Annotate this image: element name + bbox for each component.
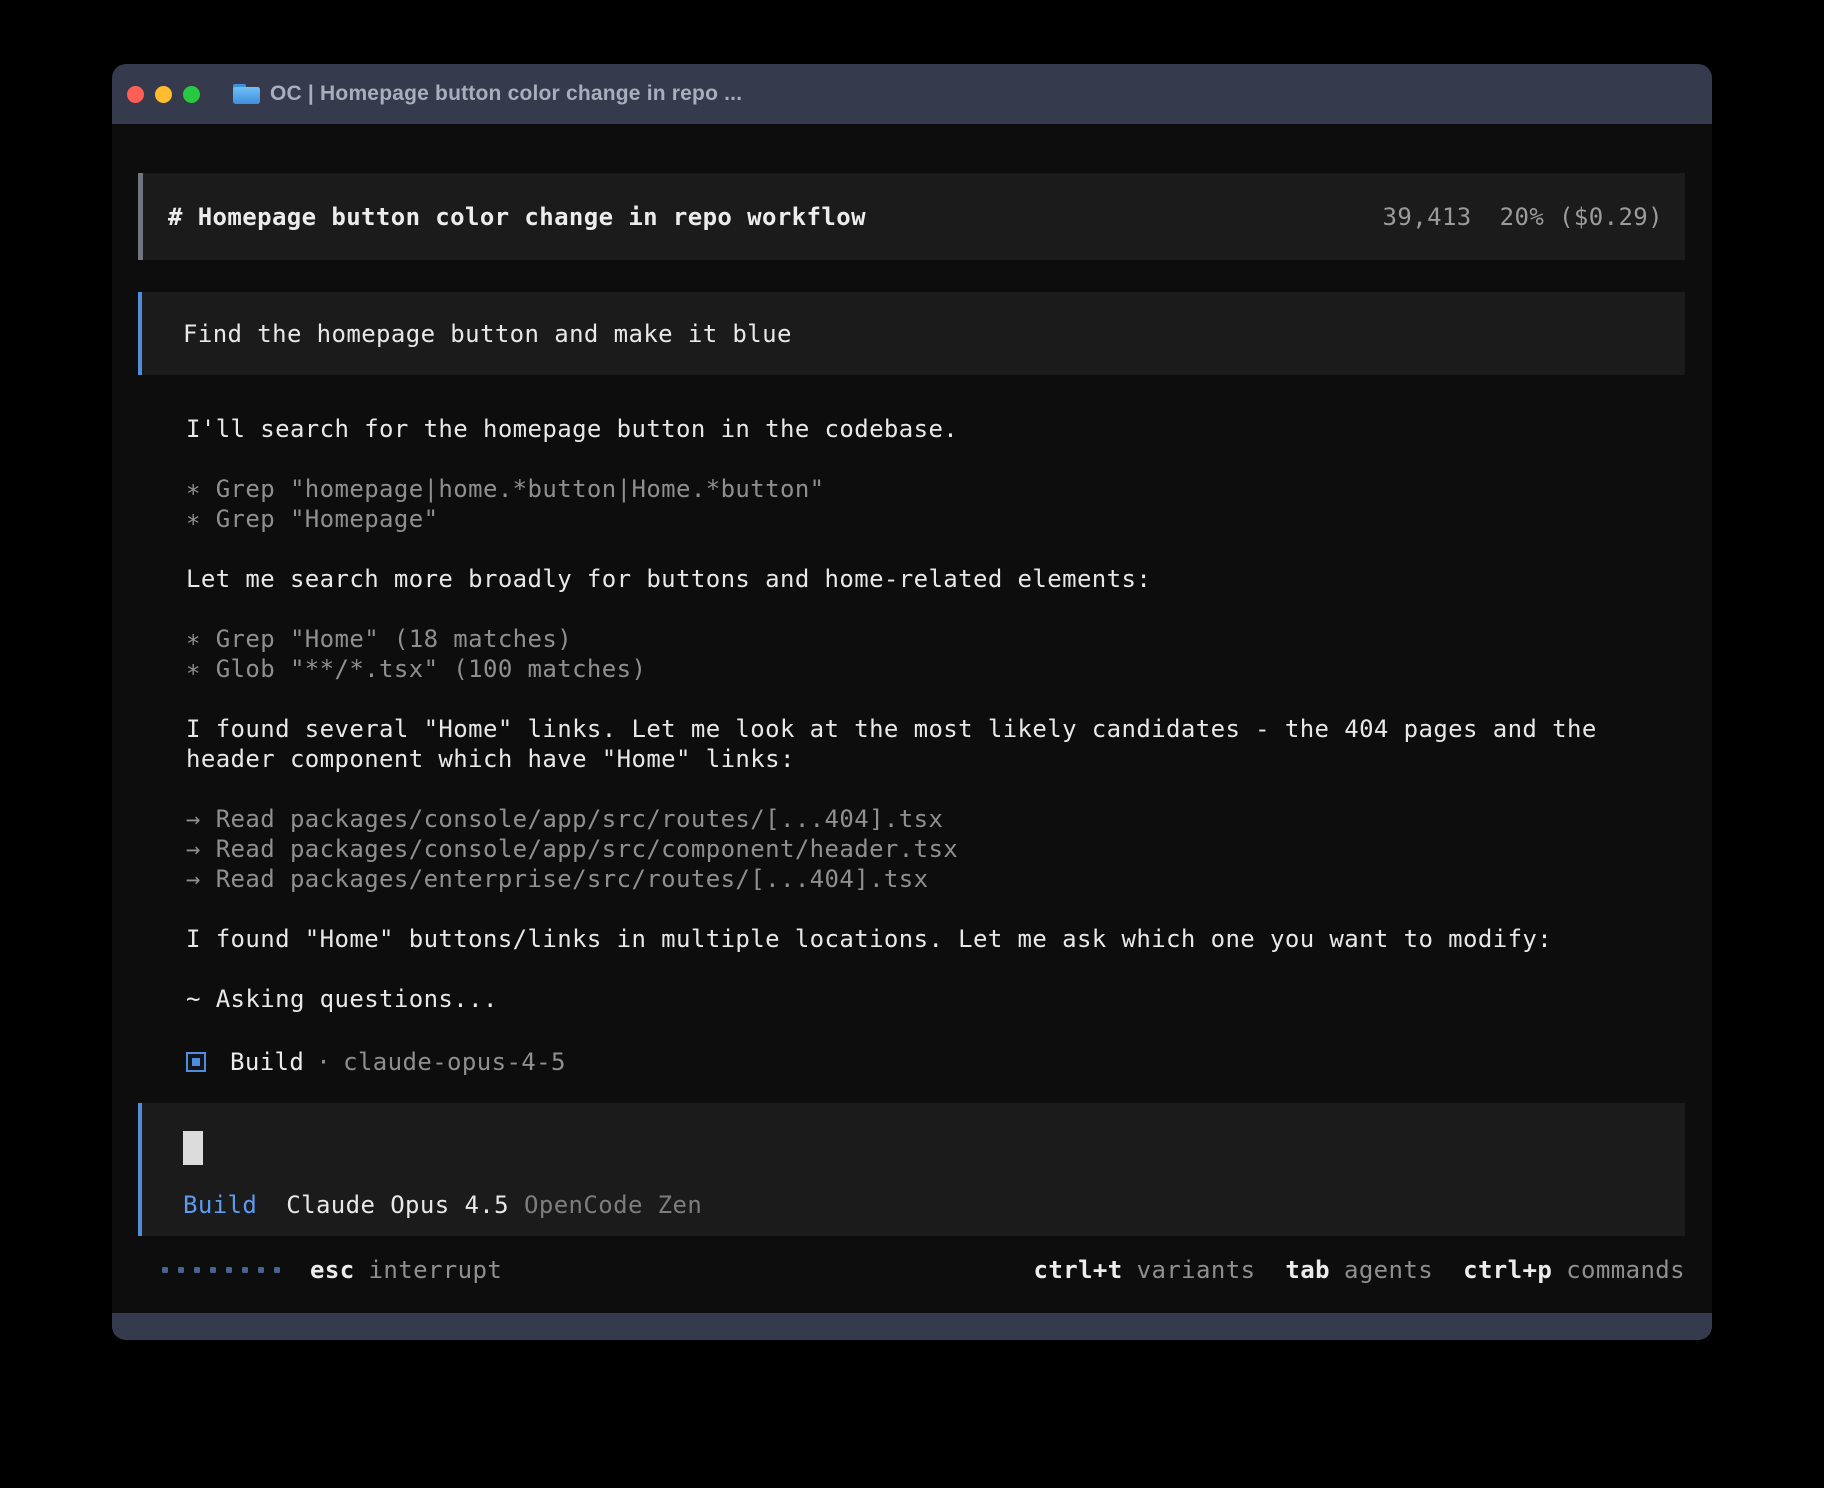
transcript-line: I found "Home" buttons/links in multiple… (186, 924, 1685, 954)
transcript-line: header component which have "Home" links… (186, 744, 1685, 774)
transcript-line: ∗ Grep "Homepage" (186, 504, 1685, 534)
spinner-dot (194, 1267, 200, 1273)
transcript-line: ∗ Glob "**/*.tsx" (100 matches) (186, 654, 1685, 684)
terminal-content: # Homepage button color change in repo w… (112, 124, 1712, 1313)
spinner-dot (162, 1267, 168, 1273)
transcript-blank-line (186, 444, 1685, 474)
shortcut-label: variants (1137, 1256, 1256, 1284)
shortcut-pair: tab agents (1285, 1256, 1433, 1284)
status-bar-right: ctrl+t variants tab agents ctrl+p commands (1034, 1256, 1685, 1284)
transcript: I'll search for the homepage button in t… (186, 414, 1685, 1014)
spinner-dot (274, 1267, 280, 1273)
input-model-label[interactable]: Claude Opus 4.5 (286, 1191, 509, 1219)
window-titlebar[interactable]: OC | Homepage button color change in rep… (112, 64, 1712, 124)
transcript-line: ~ Asking questions... (186, 984, 1685, 1014)
transcript-line: I found several "Home" links. Let me loo… (186, 714, 1685, 744)
input-provider-label: OpenCode Zen (524, 1191, 702, 1219)
transcript-line: I'll search for the homepage button in t… (186, 414, 1685, 444)
desktop: OC | Homepage button color change in rep… (0, 0, 1824, 1488)
status-bar-left: esc interrupt (162, 1256, 502, 1284)
zoom-button[interactable] (183, 86, 200, 103)
shortcut-key: esc (310, 1256, 355, 1284)
window-title: OC | Homepage button color change in rep… (270, 82, 742, 106)
text-cursor (183, 1131, 203, 1165)
user-message-text: Find the homepage button and make it blu… (183, 320, 792, 348)
transcript-blank-line (186, 534, 1685, 564)
token-count: 39,413 (1383, 203, 1472, 231)
transcript-blank-line (186, 954, 1685, 984)
transcript-line: → Read packages/enterprise/src/routes/[.… (186, 864, 1685, 894)
status-bar: esc interrupt ctrl+tvariantstabagentsctr… (138, 1255, 1685, 1285)
spinner-dot (210, 1267, 216, 1273)
prompt-input[interactable]: Build Claude Opus 4.5 OpenCode Zen (138, 1103, 1685, 1236)
spinner-dot (258, 1267, 264, 1273)
status-model: claude-opus-4-5 (343, 1048, 566, 1076)
status-separator: · (316, 1048, 331, 1076)
session-header: # Homepage button color change in repo w… (138, 173, 1685, 260)
shortcut-label: interrupt (369, 1256, 503, 1284)
transcript-line: Let me search more broadly for buttons a… (186, 564, 1685, 594)
transcript-line: ∗ Grep "homepage|home.*button|Home.*butt… (186, 474, 1685, 504)
shortcut-pair: ctrl+t variants (1034, 1256, 1256, 1284)
model-row: Build Claude Opus 4.5 OpenCode Zen (183, 1191, 1685, 1219)
shortcut-label: commands (1566, 1256, 1685, 1284)
transcript-blank-line (186, 894, 1685, 924)
spinner-dot (178, 1267, 184, 1273)
close-button[interactable] (127, 86, 144, 103)
spinner-dot (242, 1267, 248, 1273)
agent-name: Build (230, 1048, 304, 1076)
transcript-blank-line (186, 684, 1685, 714)
shortcut-key: ctrl+p (1463, 1256, 1552, 1284)
context-cost: 20% ($0.29) (1500, 203, 1663, 231)
shortcut-key: ctrl+t (1034, 1256, 1123, 1284)
input-agent-label[interactable]: Build (183, 1191, 257, 1219)
spinner-dot (226, 1267, 232, 1273)
window-bottom-edge (112, 1313, 1712, 1340)
transcript-line: → Read packages/console/app/src/routes/[… (186, 804, 1685, 834)
session-title: # Homepage button color change in repo w… (168, 203, 866, 231)
transcript-blank-line (186, 594, 1685, 624)
shortcut-label: agents (1344, 1256, 1433, 1284)
agent-status-row: Build · claude-opus-4-5 (186, 1047, 1685, 1077)
session-stats: 39,413 20% ($0.29) (1383, 203, 1663, 231)
agent-icon (186, 1052, 206, 1072)
terminal-window: OC | Homepage button color change in rep… (112, 64, 1712, 1340)
spinner (162, 1267, 280, 1273)
user-message: Find the homepage button and make it blu… (138, 292, 1685, 375)
transcript-blank-line (186, 774, 1685, 804)
minimize-button[interactable] (155, 86, 172, 103)
transcript-line: → Read packages/console/app/src/componen… (186, 834, 1685, 864)
folder-icon (233, 84, 260, 104)
shortcut-pair: ctrl+p commands (1463, 1256, 1685, 1284)
transcript-line: ∗ Grep "Home" (18 matches) (186, 624, 1685, 654)
shortcut-key: tab (1285, 1256, 1330, 1284)
